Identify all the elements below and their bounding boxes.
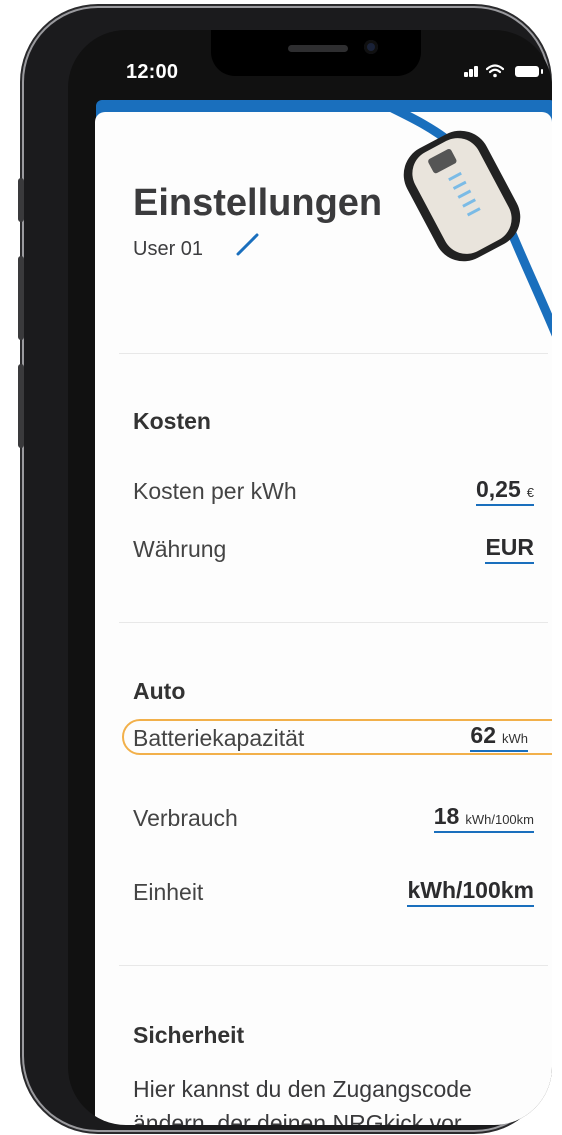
section-heading-sicherheit: Sicherheit bbox=[133, 1022, 245, 1048]
battery-capacity-value: 62 bbox=[470, 722, 496, 748]
settings-card: Einstellungen User 01 Kosten Kosten per … bbox=[95, 112, 552, 1125]
front-camera bbox=[364, 40, 378, 54]
section-heading-kosten: Kosten bbox=[133, 408, 211, 434]
notch bbox=[211, 30, 421, 76]
battery-icon bbox=[515, 66, 543, 77]
volume-down-button bbox=[18, 364, 24, 448]
row-label-currency: Währung bbox=[133, 536, 227, 562]
status-bar: 12:00 bbox=[68, 30, 552, 92]
row-label-consumption: Verbrauch bbox=[133, 805, 238, 831]
speaker bbox=[288, 45, 348, 52]
charger-illustration bbox=[390, 112, 552, 337]
battery-capacity-unit: kWh bbox=[502, 731, 528, 746]
user-name: User 01 bbox=[133, 238, 204, 260]
consumption-field[interactable]: 18 kWh/100km bbox=[433, 803, 534, 833]
currency-value: EUR bbox=[485, 534, 534, 560]
currency-field[interactable]: EUR bbox=[485, 534, 534, 564]
consumption-unit: kWh/100km bbox=[465, 812, 534, 827]
cost-unit: € bbox=[526, 485, 534, 500]
status-time: 12:00 bbox=[126, 61, 179, 83]
divider bbox=[119, 353, 548, 354]
cost-per-kwh-value: 0,25 bbox=[476, 476, 521, 502]
cost-per-kwh-field[interactable]: 0,25 € bbox=[476, 476, 534, 506]
section-heading-auto: Auto bbox=[133, 678, 186, 704]
side-button bbox=[18, 178, 24, 222]
unit-value: kWh/100km bbox=[407, 877, 534, 903]
row-label-unit: Einheit bbox=[133, 879, 204, 905]
divider bbox=[119, 622, 548, 623]
consumption-value: 18 bbox=[433, 803, 460, 829]
pencil-icon[interactable] bbox=[234, 232, 260, 258]
divider bbox=[119, 965, 548, 966]
row-label-cost-per-kwh: Kosten per kWh bbox=[133, 478, 297, 504]
volume-up-button bbox=[18, 256, 24, 340]
page-title: Einstellungen bbox=[133, 182, 383, 224]
phone-frame: 12:00 Einstellungen User 01 Kosten Koste… bbox=[18, 8, 552, 1130]
security-description: Hier kannst du den Zugangscode ändern, d… bbox=[133, 1076, 472, 1125]
screen: 12:00 Einstellungen User 01 Kosten Koste… bbox=[68, 30, 552, 1125]
row-label-battery-capacity: Batteriekapazität bbox=[133, 725, 305, 751]
unit-field[interactable]: kWh/100km bbox=[407, 877, 534, 907]
battery-capacity-field[interactable]: 62 kWh bbox=[470, 722, 528, 752]
wifi-icon bbox=[486, 64, 504, 78]
